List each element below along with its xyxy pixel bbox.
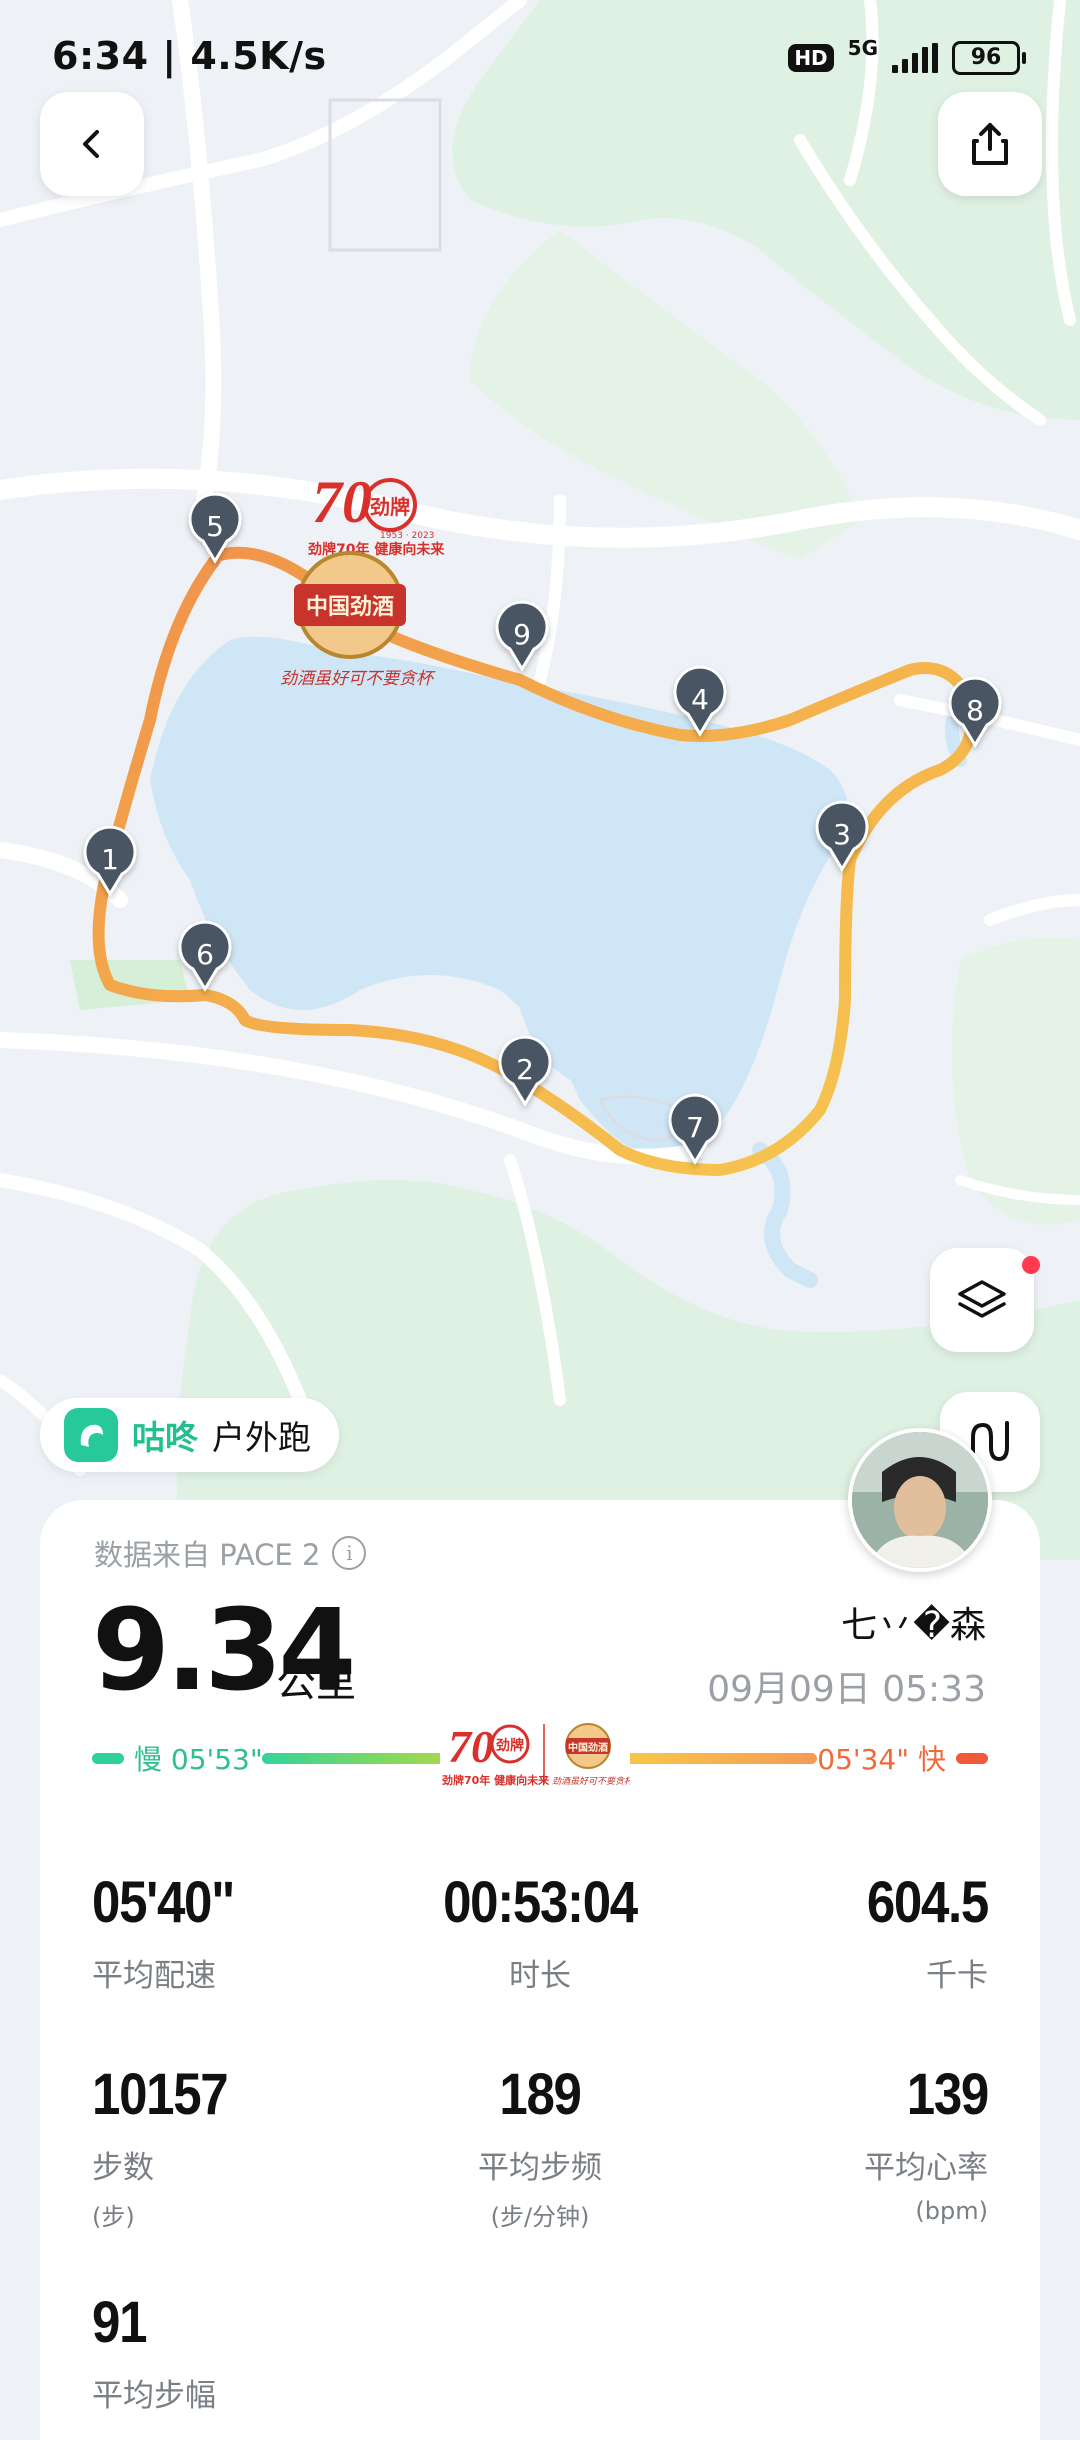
stat-value: 00:53:04: [443, 1870, 638, 1935]
sponsor-logo-card: 70 劲牌 劲牌70年 健康向未来 中国劲酒 劲酒虽好可不要贪杯: [440, 1718, 630, 1790]
fast-pace-label: 05'34" 快: [817, 1743, 946, 1776]
notification-dot: [1022, 1256, 1040, 1274]
stat-value: 604.5: [866, 1870, 989, 1935]
distance-unit: 公里: [276, 1660, 356, 1706]
km-marker-label: 8: [966, 694, 984, 727]
stat-value: 139: [906, 2062, 990, 2127]
stat-value: 91: [92, 2290, 147, 2355]
avatar-image: [852, 1432, 988, 1568]
stat-duration: 00:53:04 时长: [390, 1870, 690, 1995]
stat-label: 平均步频: [478, 2150, 602, 2186]
status-bar: 6:34 | 4.5K/s HD 5G 96: [0, 0, 1080, 110]
km-marker-label: 7: [686, 1111, 704, 1144]
sponsor-brand: 劲牌: [495, 1737, 524, 1754]
share-button[interactable]: [938, 92, 1042, 196]
route-map[interactable]: 70 劲牌 劲牌70年 健康向未来 1953 · 2023 中国劲酒 劲酒虽好可…: [0, 0, 1080, 1560]
app-name: 咕咚: [132, 1418, 198, 1457]
stat-value: 05'40": [92, 1870, 235, 1935]
battery-icon: 96: [952, 41, 1026, 75]
km-marker-label: 1: [101, 843, 119, 876]
workout-mode: 户外跑: [212, 1418, 311, 1457]
sponsor-tagline: 劲酒虽好可不要贪杯: [552, 1776, 630, 1787]
stat-heart-rate: 139 平均心率 (bpm): [688, 2062, 990, 2225]
data-source-text: 数据来自 PACE 2: [94, 1538, 321, 1572]
layers-icon: [958, 1280, 1006, 1318]
sponsor-slogan: 劲牌70年 健康向未来: [442, 1773, 550, 1787]
status-time: 6:34 | 4.5K/s: [52, 34, 327, 78]
km-marker-label: 3: [833, 818, 851, 851]
sponsor-tagline: 劲酒虽好可不要贪杯: [280, 669, 436, 689]
workout-datetime: 09月09日 05:33: [707, 1669, 986, 1710]
app-logo-icon: [64, 1408, 118, 1462]
app-source-chip[interactable]: 咕咚 户外跑: [40, 1398, 339, 1472]
sponsor-number: 70: [312, 469, 372, 535]
km-marker-label: 9: [513, 618, 531, 651]
hd-badge: HD: [788, 44, 834, 72]
km-marker-label: 6: [196, 938, 214, 971]
stat-unit: (步/分钟): [490, 2203, 590, 2231]
km-marker-label: 2: [516, 1053, 534, 1086]
info-icon[interactable]: i: [332, 1536, 367, 1570]
sponsor-seal: 中国劲酒: [568, 1741, 608, 1754]
stat-stride: 91 平均步幅: [92, 2290, 392, 2415]
stat-label: 平均心率: [864, 2150, 988, 2186]
stat-label: 步数: [92, 2150, 154, 2186]
map-layers-button[interactable]: [930, 1248, 1034, 1352]
stat-value: 10157: [92, 2062, 229, 2127]
sponsor-seal: 中国劲酒: [306, 595, 394, 620]
stat-label: 时长: [509, 1958, 571, 1994]
stat-avg-pace: 05'40" 平均配速: [92, 1870, 392, 1995]
slow-pace-swatch: [92, 1753, 124, 1764]
stat-label: 平均配速: [92, 1958, 216, 1994]
sponsor-slogan: 劲牌70年 健康向未来: [307, 541, 445, 558]
stat-label: 平均步幅: [92, 2378, 216, 2414]
share-icon: [972, 123, 1008, 165]
stat-calories: 604.5 千卡: [688, 1870, 989, 1995]
sponsor-number: 70: [448, 1721, 494, 1772]
km-marker-label: 4: [691, 683, 709, 716]
sponsor-years: 1953 · 2023: [380, 531, 434, 541]
fast-pace-swatch: [956, 1753, 988, 1764]
stat-steps: 10157 步数 (步): [92, 2062, 392, 2232]
stat-cadence: 189 平均步频 (步/分钟): [390, 2062, 690, 2232]
stat-unit: (步): [92, 2203, 135, 2231]
back-button[interactable]: [40, 92, 144, 196]
status-icons: HD 5G 96: [788, 36, 1026, 78]
stat-label: 千卡: [926, 1958, 988, 1994]
data-source[interactable]: 数据来自 PACE 2 i: [94, 1532, 367, 1574]
sponsor-brand: 劲牌: [370, 495, 410, 519]
avatar[interactable]: [848, 1428, 992, 1572]
chevron-left-icon: [83, 130, 99, 158]
slow-pace-label: 慢 05'53": [134, 1743, 263, 1776]
network-type: 5G: [847, 36, 878, 60]
stat-unit: (bpm): [915, 2197, 988, 2225]
stat-value: 189: [499, 2062, 582, 2127]
km-marker-label: 5: [206, 510, 224, 543]
user-name: 七丷�森: [841, 1605, 986, 1646]
signal-icon: [892, 43, 938, 73]
